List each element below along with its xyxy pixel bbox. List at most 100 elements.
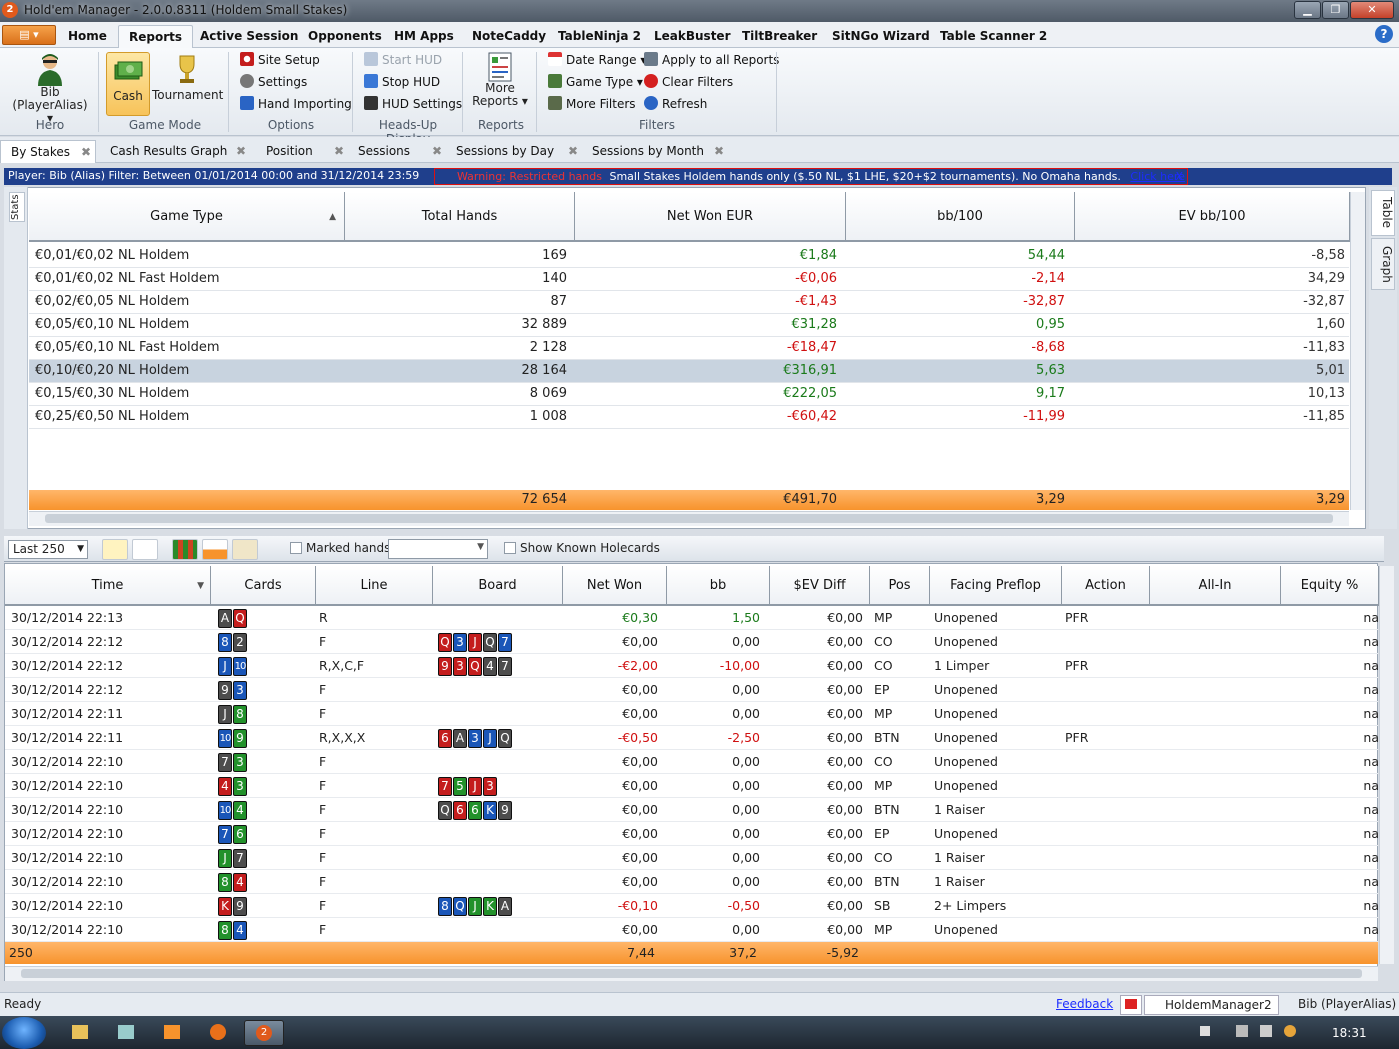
help-icon[interactable]: ? [1375,25,1393,43]
column-header-cards[interactable]: Cards [211,566,316,606]
warning-close-icon[interactable]: X [1175,169,1183,185]
hands-horizontal-scrollbar[interactable] [5,966,1378,981]
table-view-tab[interactable]: Table [1371,190,1395,236]
close-tab-icon[interactable]: ✖ [714,140,724,162]
network-taskbar-icon[interactable] [106,1020,146,1046]
column-header-net-won-eur[interactable]: Net Won EUR [575,192,846,242]
hands-vertical-scrollbar[interactable] [1379,566,1394,964]
hand-row[interactable]: 30/12/2014 22:10 K 9 F 8 Q J K A -€0,10 -0,50 €0,00… [5,894,1379,918]
clear-filters-button[interactable]: Clear Filters [644,72,733,92]
app-menu-button[interactable]: ▤ ▾ [2,25,56,45]
hand-row[interactable]: 30/12/2014 22:10 J 7 F €0,00 0,00 €0,00 CO 1 Rai… [5,846,1379,870]
close-tab-icon[interactable]: ✖ [236,140,246,162]
flag-icon[interactable] [1120,995,1142,1015]
feedback-link[interactable]: Feedback [1056,997,1113,1011]
hand-row[interactable]: 30/12/2014 22:10 7 3 F €0,00 0,00 €0,00 CO Unope… [5,750,1379,774]
close-button[interactable]: ✕ [1350,1,1394,19]
column-header-all-in[interactable]: All-In [1150,566,1281,606]
date-range-button[interactable]: Date Range ▾ [548,50,646,70]
close-tab-icon[interactable]: ✖ [334,140,344,162]
hand-row[interactable]: 30/12/2014 22:10 4 3 F 7 5 J 3 €0,00 0,00 €0,00 MP U… [5,774,1379,798]
hud-settings-button[interactable]: HUD Settings [364,94,462,114]
tab-leakbuster[interactable]: LeakBuster [644,25,741,48]
settings-button[interactable]: Settings [240,72,307,92]
stop-hud-button[interactable]: Stop HUD [364,72,440,92]
column-header-total-hands[interactable]: Total Hands [345,192,575,242]
tab-opponents[interactable]: Opponents [298,25,392,48]
minimize-button[interactable]: ▁ [1294,1,1321,19]
hand-row[interactable]: 30/12/2014 22:12 J 10 R,X,C,F 9 3 Q 4 7 -€2,00 -10… [5,654,1379,678]
cash-mode-button[interactable]: Cash [106,52,150,116]
hand-row[interactable]: 30/12/2014 22:12 9 3 F €0,00 0,00 €0,00 EP Unope… [5,678,1379,702]
hand-row[interactable]: 30/12/2014 22:10 7 6 F €0,00 0,00 €0,00 EP Unope… [5,822,1379,846]
report-tab-position[interactable]: Position ✖ [256,140,348,163]
column-header-ev-bb-100[interactable]: EV bb/100 [1075,192,1350,242]
apply-all-reports-button[interactable]: Apply to all Reports [644,50,779,70]
start-button-icon[interactable] [2,1017,46,1049]
column-header-bb[interactable]: bb [667,566,770,606]
last-hands-select[interactable]: Last 250 ▼ [8,540,88,559]
stats-vertical-scrollbar[interactable] [1350,192,1365,510]
column-header-action[interactable]: Action [1062,566,1150,606]
hand-row[interactable]: 30/12/2014 22:13 A Q R €0,30 1,50 €0,00 MP Unope… [5,606,1379,630]
hand-row[interactable]: 30/12/2014 22:11 J 8 F €0,00 0,00 €0,00 MP Unope… [5,702,1379,726]
report-tab-sessions[interactable]: Sessions ✖ [348,140,446,163]
tab-active-session[interactable]: Active Session [190,25,308,48]
refresh-button[interactable]: Refresh [644,94,707,114]
tab-tiltbreaker[interactable]: TiltBreaker [732,25,827,48]
stats-row[interactable]: €0,01/€0,02 NL Holdem 169 €1,84 54,44 -8,58 [29,245,1349,268]
firefox-taskbar-icon[interactable] [198,1020,238,1046]
column-header-board[interactable]: Board [433,566,563,606]
tab-tableninja-2[interactable]: TableNinja 2 [548,25,651,48]
column-header-ev-diff[interactable]: $EV Diff [770,566,870,606]
chart-icon[interactable] [202,539,228,560]
network-tray-icon[interactable] [1236,1025,1248,1037]
stats-row[interactable]: €0,05/€0,10 NL Fast Holdem 2 128 -€18,47 -8… [29,337,1349,360]
tab-notecaddy[interactable]: NoteCaddy [462,25,556,48]
column-header-line[interactable]: Line [316,566,433,606]
hand-row[interactable]: 30/12/2014 22:10 10 4 F Q 6 6 K 9 €0,00 0,00 €0,00 B… [5,798,1379,822]
tab-hm-apps[interactable]: HM Apps [384,25,464,48]
game-type-button[interactable]: Game Type ▾ [548,72,643,92]
close-tab-icon[interactable]: ✖ [81,141,91,163]
stats-row[interactable]: €0,15/€0,30 NL Holdem 8 069 €222,05 9,17 10,… [29,383,1349,406]
volume-tray-icon[interactable] [1260,1025,1272,1037]
graph-view-tab[interactable]: Graph [1371,238,1395,290]
column-header-facing-preflop[interactable]: Facing Preflop [930,566,1062,606]
stats-row[interactable]: €0,25/€0,50 NL Holdem 1 008 -€60,42 -11,99-… [29,406,1349,429]
more-filters-button[interactable]: More Filters [548,94,636,114]
hero-button[interactable]: Bib (PlayerAlias) ▾ [8,50,92,125]
hand-row[interactable]: 30/12/2014 22:10 8 4 F €0,00 0,00 €0,00 MP Unope… [5,918,1379,942]
close-tab-icon[interactable]: ✖ [568,140,578,162]
report-tab-by-stakes[interactable]: By Stakes ✖ [0,140,96,163]
tab-home[interactable]: Home [58,25,117,48]
site-setup-button[interactable]: Site Setup [240,50,320,70]
column-header-game-type[interactable]: Game Type ▲ [29,192,345,242]
stats-row[interactable]: €0,05/€0,10 NL Holdem 32 889 €31,28 0,95 1,6… [29,314,1349,337]
player-status[interactable]: Bib (PlayerAlias) [1280,997,1396,1011]
start-hud-button[interactable]: Start HUD [364,50,442,70]
show-known-holecards-checkbox[interactable]: Show Known Holecards [504,541,660,555]
stats-side-tab[interactable]: Stats [9,192,25,222]
tab-sitngo-wizard[interactable]: SitNGo Wizard [822,25,940,48]
stats-row[interactable]: €0,02/€0,05 NL Holdem 87 -€1,43 -32,87 -32,8… [29,291,1349,314]
app-status-button[interactable]: HoldemManager2 [1144,995,1279,1015]
media-player-taskbar-icon[interactable] [152,1020,192,1046]
scroll-thumb[interactable] [21,969,1362,978]
scroll-thumb[interactable] [45,514,1333,523]
hand-row[interactable]: 30/12/2014 22:12 8 2 F Q 3 J Q 7 €0,00 0,00 €0,00 CO… [5,630,1379,654]
hand-importing-button[interactable]: Hand Importing [240,94,352,114]
tray-arrow-icon[interactable] [1200,1026,1210,1036]
column-header-pos[interactable]: Pos [870,566,930,606]
trophy-filter-icon[interactable] [232,539,258,560]
grid-icon[interactable] [172,539,198,560]
more-reports-button[interactable]: More Reports ▾ [470,52,530,116]
report-tab-cash-results-graph[interactable]: Cash Results Graph ✖ [100,140,250,163]
explorer-taskbar-icon[interactable] [60,1020,100,1046]
holdem-manager-taskbar-icon[interactable]: 2 [244,1020,284,1046]
report-tab-sessions-by-month[interactable]: Sessions by Month ✖ [582,140,728,163]
hand-row[interactable]: 30/12/2014 22:11 10 9 R,X,X,X 6 A 3 J Q -€0,50 -2,… [5,726,1379,750]
maximize-button[interactable]: ❐ [1322,1,1349,19]
rewind-icon[interactable] [102,539,128,560]
tournament-mode-button[interactable]: Tournament [152,52,223,116]
